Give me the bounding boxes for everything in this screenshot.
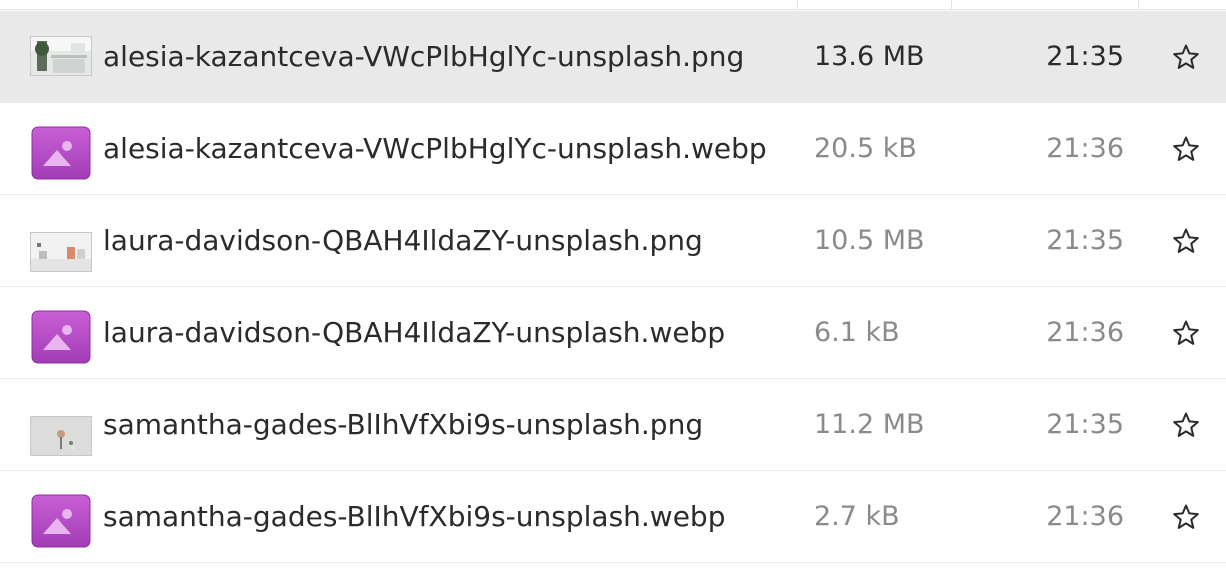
file-row[interactable]: laura-davidson-QBAH4IldaZY-unsplash.png …: [0, 195, 1226, 287]
star-icon[interactable]: [1172, 135, 1200, 163]
file-row[interactable]: alesia-kazantceva-VWcPlbHglYc-unsplash.w…: [0, 103, 1226, 195]
file-modified-time: 21:35: [1046, 225, 1124, 256]
column-separator[interactable]: [797, 0, 798, 10]
file-row[interactable]: samantha-gades-BlIhVfXbi9s-unsplash.png …: [0, 379, 1226, 471]
star-icon[interactable]: [1172, 411, 1200, 439]
column-header-bar[interactable]: [0, 0, 1226, 10]
file-size: 13.6 MB: [814, 41, 925, 72]
file-list-view: alesia-kazantceva-VWcPlbHglYc-unsplash.p…: [0, 0, 1226, 572]
image-thumbnail-icon: [30, 232, 92, 272]
star-icon[interactable]: [1172, 503, 1200, 531]
file-name: alesia-kazantceva-VWcPlbHglYc-unsplash.p…: [103, 40, 745, 73]
star-icon[interactable]: [1172, 43, 1200, 71]
file-name: laura-davidson-QBAH4IldaZY-unsplash.webp: [103, 316, 726, 349]
file-modified-time: 21:35: [1046, 409, 1124, 440]
column-separator[interactable]: [1138, 0, 1139, 10]
file-size: 2.7 kB: [814, 501, 900, 532]
file-size: 6.1 kB: [814, 317, 900, 348]
file-size: 10.5 MB: [814, 225, 925, 256]
file-name: samantha-gades-BlIhVfXbi9s-unsplash.webp: [103, 500, 726, 533]
file-name: samantha-gades-BlIhVfXbi9s-unsplash.png: [103, 408, 704, 441]
file-size: 20.5 kB: [814, 133, 917, 164]
file-row[interactable]: samantha-gades-BlIhVfXbi9s-unsplash.webp…: [0, 471, 1226, 563]
file-size: 11.2 MB: [814, 409, 925, 440]
file-row[interactable]: alesia-kazantceva-VWcPlbHglYc-unsplash.p…: [0, 11, 1226, 103]
file-name: alesia-kazantceva-VWcPlbHglYc-unsplash.w…: [103, 132, 767, 165]
file-modified-time: 21:36: [1046, 501, 1124, 532]
file-modified-time: 21:36: [1046, 133, 1124, 164]
image-file-icon: [31, 310, 91, 364]
file-modified-time: 21:35: [1046, 41, 1124, 72]
star-icon[interactable]: [1172, 319, 1200, 347]
column-separator[interactable]: [951, 0, 952, 10]
file-row[interactable]: laura-davidson-QBAH4IldaZY-unsplash.webp…: [0, 287, 1226, 379]
image-file-icon: [31, 494, 91, 548]
file-name: laura-davidson-QBAH4IldaZY-unsplash.png: [103, 224, 703, 257]
image-thumbnail-icon: [30, 36, 92, 76]
star-icon[interactable]: [1172, 227, 1200, 255]
image-file-icon: [31, 126, 91, 180]
file-modified-time: 21:36: [1046, 317, 1124, 348]
image-thumbnail-icon: [30, 416, 92, 456]
